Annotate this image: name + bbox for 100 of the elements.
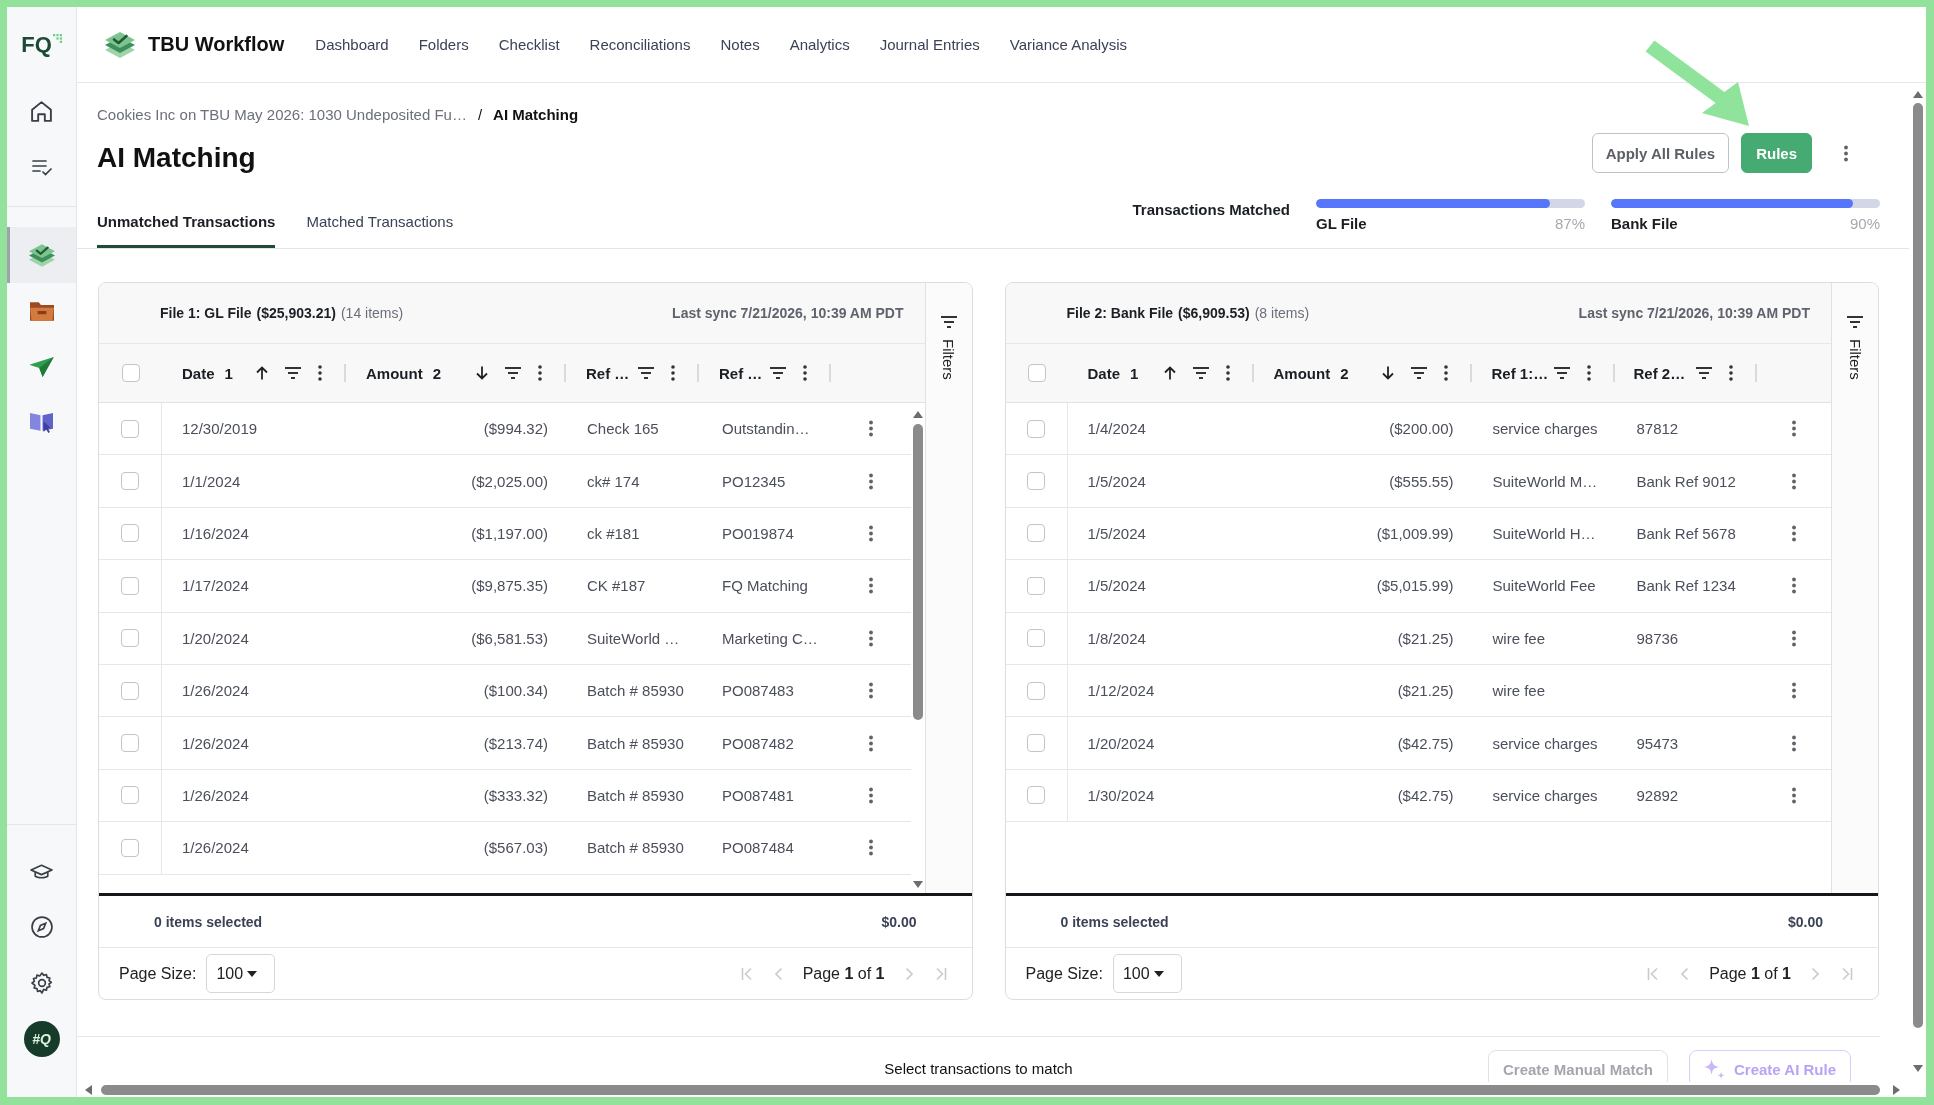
row-menu-icon[interactable] [868, 577, 873, 595]
row-menu-icon[interactable] [868, 629, 873, 647]
scroll-left-icon[interactable] [85, 1084, 92, 1095]
column-menu-icon[interactable] [803, 365, 807, 381]
row-checkbox[interactable] [121, 838, 139, 857]
row-checkbox[interactable] [1027, 734, 1045, 753]
filter-icon[interactable] [1192, 367, 1209, 379]
nav-link[interactable]: Analytics [789, 36, 850, 53]
row-menu-icon[interactable] [868, 420, 873, 438]
row-menu-icon[interactable] [868, 734, 873, 752]
column-menu-icon[interactable] [1587, 365, 1592, 381]
row-checkbox[interactable] [121, 524, 139, 543]
amount-value: ($200.00) [1389, 420, 1454, 438]
reference-value: SuiteWorld … [587, 629, 680, 647]
column-header[interactable]: Date [1087, 364, 1120, 382]
scrollbar-thumb[interactable] [101, 1084, 1880, 1095]
page-size-select[interactable]: 100 [206, 954, 276, 993]
tab[interactable]: Matched Transactions [306, 212, 454, 248]
row-checkbox[interactable] [1027, 786, 1045, 805]
nav-link[interactable]: Checklist [498, 36, 560, 53]
column-menu-icon[interactable] [671, 365, 675, 381]
scroll-down-icon[interactable] [912, 881, 923, 888]
column-menu-icon[interactable] [1728, 365, 1733, 381]
arrow-up-icon[interactable] [256, 366, 268, 380]
stacked-layers-icon [105, 31, 135, 58]
column-menu-icon[interactable] [1225, 365, 1230, 381]
filter-icon[interactable] [1554, 367, 1571, 379]
row-checkbox[interactable] [121, 629, 139, 648]
column-header[interactable]: Amount [366, 364, 423, 382]
row-menu-icon[interactable] [1791, 420, 1796, 438]
column-menu-icon[interactable] [1443, 365, 1448, 381]
scroll-right-icon[interactable] [1893, 1084, 1900, 1095]
row-checkbox[interactable] [1027, 629, 1045, 648]
filters-button[interactable]: Filters [1846, 316, 1864, 380]
scroll-down-icon[interactable] [1912, 1065, 1923, 1072]
caret-icon [1153, 970, 1164, 977]
column-header[interactable]: Ref … [719, 364, 763, 382]
arrow-down-icon[interactable] [1381, 366, 1394, 380]
row-checkbox[interactable] [121, 734, 139, 753]
nav-link[interactable]: Variance Analysis [1009, 36, 1128, 53]
row-menu-icon[interactable] [868, 524, 873, 542]
row-menu-icon[interactable] [1791, 786, 1796, 804]
amount-value: ($21.25) [1397, 682, 1454, 700]
filter-icon[interactable] [770, 367, 786, 379]
row-checkbox[interactable] [121, 576, 139, 595]
row-menu-icon[interactable] [868, 682, 873, 700]
row-menu-icon[interactable] [1791, 734, 1796, 752]
select-all-checkbox[interactable] [1027, 364, 1046, 382]
column-menu-icon[interactable] [318, 365, 322, 381]
row-checkbox[interactable] [121, 681, 139, 700]
column-header[interactable]: Ref 1:… [1491, 364, 1549, 382]
apply-rules-button[interactable]: Apply All Rules [1591, 133, 1730, 173]
row-menu-icon[interactable] [868, 839, 873, 857]
nav-link[interactable]: Reconciliations [589, 36, 691, 53]
row-menu-icon[interactable] [1791, 524, 1796, 542]
breadcrumb-link[interactable]: Cookies Inc on TBU May 2026: 1030 Undeposited Fu… [97, 105, 467, 125]
row-menu-icon[interactable] [868, 786, 873, 804]
arrow-up-icon[interactable] [1163, 366, 1176, 380]
nav-link[interactable]: Journal Entries [879, 36, 980, 53]
column-header[interactable]: Amount [1273, 364, 1331, 382]
row-menu-icon[interactable] [868, 472, 873, 490]
row-checkbox[interactable] [1027, 576, 1045, 595]
row-checkbox[interactable] [121, 472, 139, 491]
row-checkbox[interactable] [121, 786, 139, 805]
avatar[interactable]: #Q [23, 1021, 60, 1057]
column-header[interactable]: Ref 2… [1633, 364, 1686, 382]
filter-icon[interactable] [638, 367, 654, 379]
date-value: 1/20/2024 [182, 629, 249, 647]
column-header[interactable]: Ref … [586, 364, 630, 382]
column-header[interactable]: Date [182, 364, 215, 382]
select-all-checkbox[interactable] [121, 364, 140, 382]
scroll-up-icon[interactable] [912, 411, 923, 418]
row-checkbox[interactable] [1027, 419, 1045, 438]
row-checkbox[interactable] [121, 419, 139, 438]
tab[interactable]: Unmatched Transactions [97, 212, 276, 248]
arrow-down-icon[interactable] [476, 366, 488, 380]
row-checkbox[interactable] [1027, 681, 1045, 700]
nav-link[interactable]: Notes [720, 36, 760, 53]
row-menu-icon[interactable] [1791, 472, 1796, 490]
filter-icon[interactable] [1695, 367, 1712, 379]
scrollbar-thumb[interactable] [912, 424, 923, 720]
row-checkbox[interactable] [1027, 524, 1045, 543]
row-menu-icon[interactable] [1791, 682, 1796, 700]
row-menu-icon[interactable] [1791, 629, 1796, 647]
file-title: File 1: GL File [160, 305, 252, 321]
row-checkbox[interactable] [1027, 472, 1045, 491]
page-size-select[interactable]: 100 [1112, 954, 1182, 993]
filter-icon[interactable] [285, 367, 301, 379]
nav-link[interactable]: Folders [418, 36, 469, 53]
reference-value: Batch # 85930 [587, 682, 684, 700]
column-menu-icon[interactable] [538, 365, 542, 381]
sidebar-app-button[interactable] [7, 227, 76, 283]
scrollbar-thumb[interactable] [1912, 103, 1923, 1028]
filter-icon[interactable] [505, 367, 521, 379]
filter-icon[interactable] [1410, 367, 1427, 379]
nav-link[interactable]: Dashboard [315, 36, 389, 53]
filters-button[interactable]: Filters [940, 316, 957, 380]
more-options-icon[interactable] [1844, 144, 1848, 162]
scroll-up-icon[interactable] [1912, 91, 1923, 98]
row-menu-icon[interactable] [1791, 577, 1796, 595]
